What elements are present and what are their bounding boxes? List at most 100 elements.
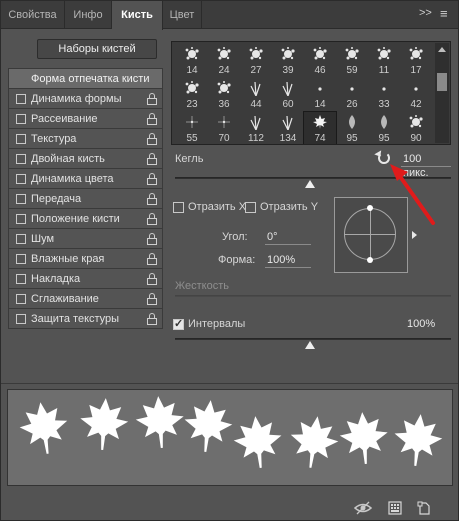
brush-tip[interactable]: 39: [272, 44, 304, 78]
lock-icon[interactable]: [147, 313, 157, 325]
option-item[interactable]: Шум: [8, 229, 163, 249]
splatter-brush-icon: [185, 47, 199, 60]
flip-y-checkbox[interactable]: [245, 202, 256, 213]
spacing-slider-track[interactable]: [175, 338, 451, 340]
lock-icon[interactable]: [147, 213, 157, 225]
tab-properties[interactable]: Свойства: [1, 1, 65, 29]
grid-icon[interactable]: [388, 501, 402, 515]
reset-size-icon[interactable]: [378, 152, 390, 164]
brush-tip[interactable]: 17: [400, 44, 432, 78]
brush-tip[interactable]: 36: [208, 78, 240, 112]
option-checkbox[interactable]: [16, 114, 26, 124]
tab-info[interactable]: Инфо: [65, 1, 112, 29]
scroll-thumb[interactable]: [437, 73, 447, 91]
flip-x-checkbox[interactable]: [173, 202, 184, 213]
brush-tip[interactable]: 42: [400, 78, 432, 112]
tip-scrollbar[interactable]: [435, 43, 449, 143]
brush-tip[interactable]: 74: [303, 111, 337, 144]
brush-tip[interactable]: 46: [304, 44, 336, 78]
option-item[interactable]: Положение кисти: [8, 209, 163, 229]
brush-tip[interactable]: 95: [336, 112, 368, 144]
option-item[interactable]: Динамика формы: [8, 89, 163, 109]
brush-tip[interactable]: 112: [240, 112, 272, 144]
tab-brush[interactable]: Кисть: [112, 1, 163, 30]
panel-menu-icon[interactable]: ≡: [440, 6, 448, 21]
brush-tip[interactable]: 11: [368, 44, 400, 78]
brush-tip[interactable]: 23: [176, 78, 208, 112]
brush-tip[interactable]: 59: [336, 44, 368, 78]
lock-icon[interactable]: [147, 253, 157, 265]
brush-tip[interactable]: 95: [368, 112, 400, 144]
option-item[interactable]: Накладка: [8, 269, 163, 289]
new-preset-icon[interactable]: [417, 501, 431, 515]
brush-tip-size: 112: [248, 133, 264, 144]
angle-input[interactable]: 0°: [265, 230, 311, 245]
option-item[interactable]: Динамика цвета: [8, 169, 163, 189]
collapse-icon[interactable]: >>: [419, 7, 432, 19]
option-checkbox[interactable]: [16, 94, 26, 104]
brush-tip[interactable]: 14: [304, 78, 336, 112]
brush-tip[interactable]: 26: [336, 78, 368, 112]
lock-icon[interactable]: [147, 273, 157, 285]
option-checkbox[interactable]: [16, 314, 26, 324]
roundness-input[interactable]: 100%: [265, 253, 311, 268]
lock-icon[interactable]: [147, 153, 157, 165]
brush-tip[interactable]: 44: [240, 78, 272, 112]
option-checkbox[interactable]: [16, 294, 26, 304]
roundness-handle-bottom[interactable]: [367, 257, 373, 263]
angle-arrow-icon[interactable]: [412, 231, 417, 239]
option-checkbox[interactable]: [16, 194, 26, 204]
option-label: Двойная кисть: [31, 153, 105, 165]
panel-footer: [1, 495, 458, 521]
lock-icon[interactable]: [147, 233, 157, 245]
brush-tip[interactable]: 14: [176, 44, 208, 78]
scroll-up-icon[interactable]: [438, 47, 446, 52]
size-slider-track[interactable]: [175, 177, 451, 179]
angle-roundness-widget[interactable]: [334, 197, 417, 273]
option-item[interactable]: Влажные края: [8, 249, 163, 269]
lock-icon[interactable]: [147, 173, 157, 185]
option-checkbox[interactable]: [16, 134, 26, 144]
option-item[interactable]: Передача: [8, 189, 163, 209]
size-slider-thumb[interactable]: [305, 180, 316, 188]
brush-presets-button[interactable]: Наборы кистей: [37, 39, 157, 59]
spacing-slider-thumb[interactable]: [305, 341, 316, 349]
option-checkbox[interactable]: [16, 234, 26, 244]
star-brush-icon: [218, 116, 230, 128]
option-checkbox[interactable]: [16, 274, 26, 284]
option-item[interactable]: Рассеивание: [8, 109, 163, 129]
preview-leaf: [394, 414, 443, 466]
brush-tip[interactable]: 33: [368, 78, 400, 112]
eye-icon[interactable]: [354, 501, 372, 515]
brush-tip[interactable]: 90: [400, 112, 432, 144]
roundness-handle-top[interactable]: [367, 205, 373, 211]
brush-tip[interactable]: 24: [208, 44, 240, 78]
lock-icon[interactable]: [147, 133, 157, 145]
size-value[interactable]: 100 пикс.: [401, 152, 451, 179]
preview-leaf: [80, 398, 129, 451]
brush-tip-shape-item[interactable]: Форма отпечатка кисти: [8, 68, 163, 89]
spacing-value[interactable]: 100%: [405, 317, 451, 332]
lock-icon[interactable]: [147, 293, 157, 305]
option-item[interactable]: Двойная кисть: [8, 149, 163, 169]
option-item[interactable]: Текстура: [8, 129, 163, 149]
spacing-checkbox[interactable]: [173, 317, 184, 330]
option-checkbox[interactable]: [16, 214, 26, 224]
brush-tip[interactable]: 70: [208, 112, 240, 144]
lock-icon[interactable]: [147, 193, 157, 205]
option-checkbox[interactable]: [16, 254, 26, 264]
brush-options-list: Форма отпечатка кисти Динамика формы Расс…: [8, 68, 163, 329]
brush-tip[interactable]: 60: [272, 78, 304, 112]
lock-icon[interactable]: [147, 113, 157, 125]
option-item[interactable]: Сглаживание: [8, 289, 163, 309]
option-item[interactable]: Защита текстуры: [8, 309, 163, 329]
splatter-brush-icon: [409, 115, 423, 128]
brush-tip[interactable]: 134: [272, 112, 304, 144]
tab-color[interactable]: Цвет: [163, 1, 202, 29]
lock-icon[interactable]: [147, 93, 157, 105]
option-checkbox[interactable]: [16, 174, 26, 184]
option-checkbox[interactable]: [16, 154, 26, 164]
brush-tip[interactable]: 27: [240, 44, 272, 78]
brush-tip[interactable]: 55: [176, 112, 208, 144]
brush-tip-size: 26: [346, 99, 358, 110]
